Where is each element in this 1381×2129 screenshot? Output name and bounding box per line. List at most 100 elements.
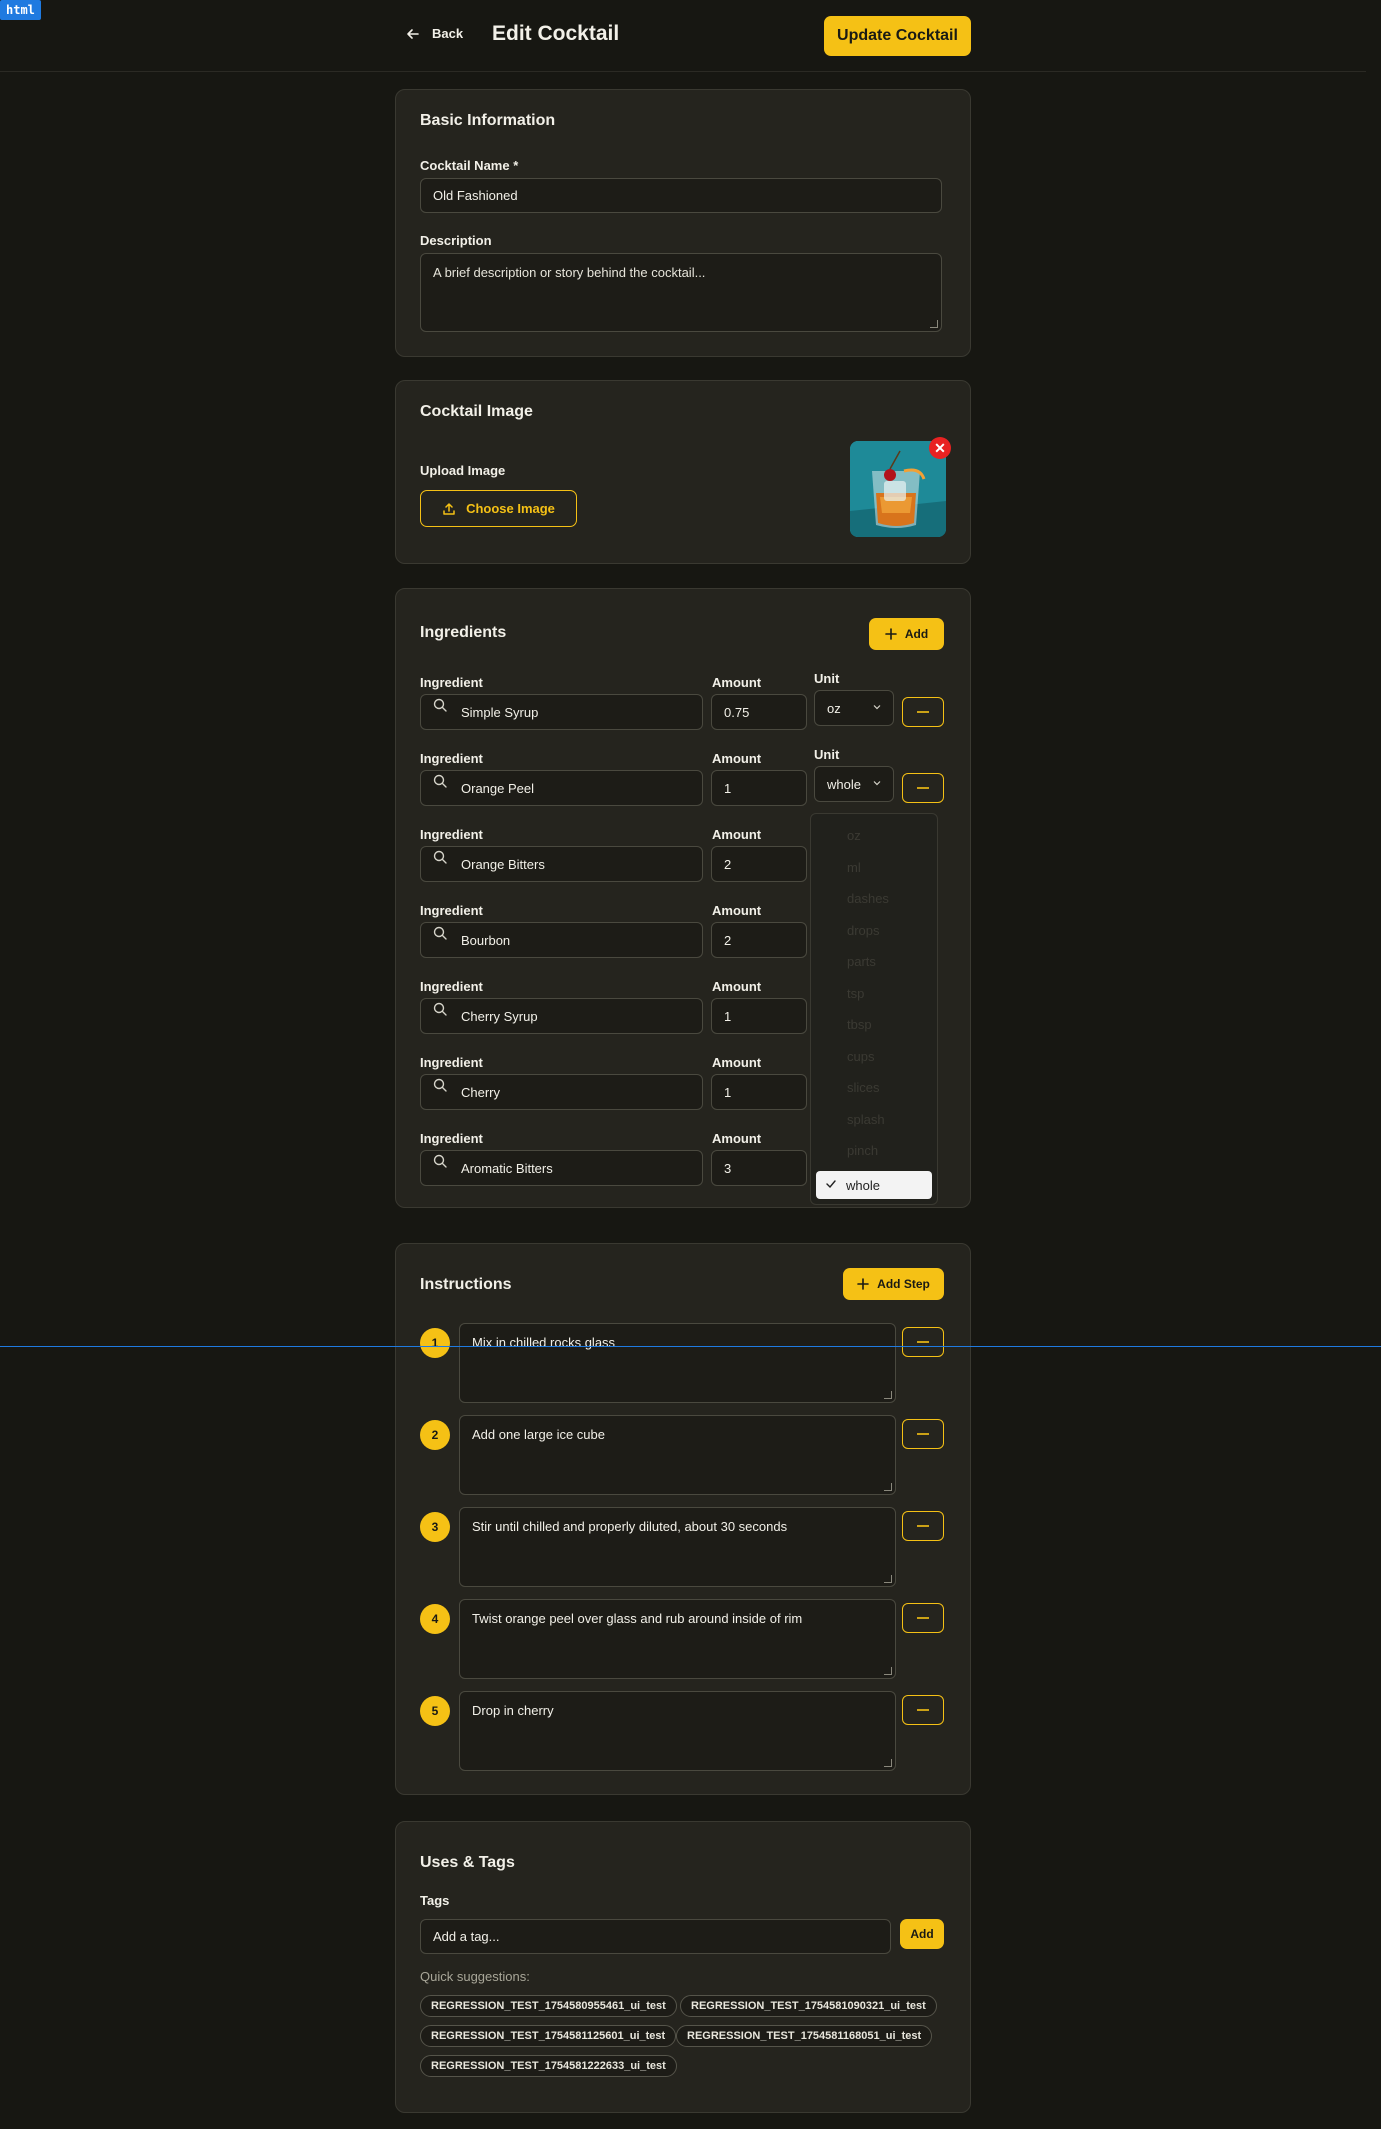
tag-input[interactable]: Add a tag... xyxy=(420,1919,891,1954)
search-icon xyxy=(433,850,447,864)
tag-suggestion-chip[interactable]: REGRESSION_TEST_1754581125601_ui_test xyxy=(420,2025,677,2047)
add-step-label: Add Step xyxy=(877,1277,930,1291)
choose-image-button[interactable]: Choose Image xyxy=(420,490,577,527)
basic-information-card: Basic Information Cocktail Name * Old Fa… xyxy=(395,89,971,357)
remove-step-button[interactable] xyxy=(902,1695,944,1725)
step-number: 2 xyxy=(420,1420,450,1450)
amount-input[interactable]: 1 xyxy=(711,770,807,806)
ingredient-search-input[interactable]: Cherry xyxy=(420,1074,703,1110)
amount-label: Amount xyxy=(712,979,762,994)
ingredient-label: Ingredient xyxy=(420,1131,483,1146)
unit-option[interactable]: tsp xyxy=(847,986,864,1001)
minus-icon xyxy=(917,787,929,789)
unit-label: Unit xyxy=(814,671,840,686)
upload-icon xyxy=(443,502,455,515)
amount-input[interactable]: 1 xyxy=(711,998,807,1034)
check-icon xyxy=(826,1180,836,1188)
add-tag-button[interactable]: Add xyxy=(900,1919,944,1949)
step-textarea[interactable]: Mix in chilled rocks glass xyxy=(459,1323,896,1403)
amount-label: Amount xyxy=(712,1055,762,1070)
minus-icon xyxy=(917,711,929,713)
ingredients-title: Ingredients xyxy=(420,624,507,641)
uses-tags-title: Uses & Tags xyxy=(420,1854,515,1871)
instructions-card: Instructions Add Step 1 Mix in chilled ro… xyxy=(395,1243,971,1795)
uses-tags-card: Uses & Tags Tags Add a tag... Add Quick … xyxy=(395,1821,971,2113)
remove-ingredient-button[interactable] xyxy=(902,773,944,803)
search-icon xyxy=(433,1002,447,1016)
unit-option[interactable]: cups xyxy=(847,1049,874,1064)
remove-step-button[interactable] xyxy=(902,1327,944,1357)
unit-option[interactable]: drops xyxy=(847,923,880,938)
unit-option[interactable]: parts xyxy=(847,954,876,969)
unit-option[interactable]: splash xyxy=(847,1112,885,1127)
tag-suggestion-chip[interactable]: REGRESSION_TEST_1754580955461_ui_test xyxy=(420,1995,677,2017)
add-ingredient-button[interactable]: Add xyxy=(869,618,944,650)
unit-option-selected[interactable]: whole xyxy=(816,1171,932,1199)
remove-image-button[interactable]: ✕ xyxy=(929,437,951,459)
tag-suggestion-chip[interactable]: REGRESSION_TEST_1754581168051_ui_test xyxy=(676,2025,933,2047)
guide-line xyxy=(0,1346,1381,1347)
step-textarea[interactable]: Stir until chilled and properly diluted,… xyxy=(459,1507,896,1587)
amount-label: Amount xyxy=(712,751,762,766)
ingredient-label: Ingredient xyxy=(420,903,483,918)
arrow-left-icon xyxy=(407,28,419,39)
tag-suggestion-chip[interactable]: REGRESSION_TEST_1754581090321_ui_test xyxy=(680,1995,937,2017)
remove-step-button[interactable] xyxy=(902,1603,944,1633)
unit-option[interactable]: dashes xyxy=(847,891,889,906)
ingredient-label: Ingredient xyxy=(420,827,483,842)
unit-value: whole xyxy=(827,776,861,792)
ingredient-label: Ingredient xyxy=(420,1055,483,1070)
ingredient-search-input[interactable]: Bourbon xyxy=(420,922,703,958)
ingredient-label: Ingredient xyxy=(420,675,483,690)
ingredient-search-input[interactable]: Aromatic Bitters xyxy=(420,1150,703,1186)
top-bar: Back Edit Cocktail Update Cocktail xyxy=(0,0,1366,72)
ingredient-search-input[interactable]: Simple Syrup xyxy=(420,694,703,730)
amount-input[interactable]: 2 xyxy=(711,922,807,958)
step-textarea[interactable]: Add one large ice cube xyxy=(459,1415,896,1495)
unit-option[interactable]: oz xyxy=(847,828,861,843)
unit-option[interactable]: slices xyxy=(847,1080,880,1095)
choose-image-label: Choose Image xyxy=(466,501,555,516)
add-ingredient-label: Add xyxy=(904,627,929,641)
plus-icon xyxy=(857,1278,869,1290)
minus-icon xyxy=(917,1341,929,1343)
upload-image-label: Upload Image xyxy=(420,463,506,478)
unit-select[interactable]: oz xyxy=(814,690,894,726)
back-button[interactable]: Back xyxy=(406,26,463,41)
minus-icon xyxy=(917,1617,929,1619)
amount-label: Amount xyxy=(712,903,762,918)
cocktail-image-title: Cocktail Image xyxy=(420,403,533,420)
minus-icon xyxy=(917,1525,929,1527)
step-number: 1 xyxy=(420,1328,450,1358)
unit-dropdown-menu: oz ml dashes drops parts tsp tbsp cups slices spl… xyxy=(810,813,938,1205)
cocktail-name-label: Cocktail Name * xyxy=(420,158,519,173)
amount-label: Amount xyxy=(712,675,762,690)
step-textarea[interactable]: Drop in cherry xyxy=(459,1691,896,1771)
search-icon xyxy=(433,1154,447,1168)
remove-ingredient-button[interactable] xyxy=(902,697,944,727)
quick-suggestions-label: Quick suggestions: xyxy=(420,1969,530,1984)
ingredient-search-input[interactable]: Cherry Syrup xyxy=(420,998,703,1034)
plus-icon xyxy=(885,628,897,640)
step-textarea[interactable]: Twist orange peel over glass and rub aro… xyxy=(459,1599,896,1679)
unit-option[interactable]: pinch xyxy=(847,1143,878,1158)
unit-option[interactable]: tbsp xyxy=(847,1017,872,1032)
update-cocktail-button[interactable]: Update Cocktail xyxy=(824,16,971,56)
description-textarea[interactable]: A brief description or story behind the … xyxy=(420,253,942,332)
tag-suggestion-chip[interactable]: REGRESSION_TEST_1754581222633_ui_test xyxy=(420,2055,677,2077)
amount-input[interactable]: 2 xyxy=(711,846,807,882)
cocktail-name-input[interactable]: Old Fashioned xyxy=(420,178,942,213)
search-icon xyxy=(433,698,447,712)
amount-input[interactable]: 1 xyxy=(711,1074,807,1110)
search-icon xyxy=(433,774,447,788)
ingredient-search-input[interactable]: Orange Peel xyxy=(420,770,703,806)
remove-step-button[interactable] xyxy=(902,1511,944,1541)
unit-option[interactable]: ml xyxy=(847,860,861,875)
amount-input[interactable]: 3 xyxy=(711,1150,807,1186)
amount-input[interactable]: 0.75 xyxy=(711,694,807,730)
add-step-button[interactable]: Add Step xyxy=(843,1268,944,1300)
unit-select[interactable]: whole xyxy=(814,766,894,802)
minus-icon xyxy=(917,1709,929,1711)
remove-step-button[interactable] xyxy=(902,1419,944,1449)
ingredient-search-input[interactable]: Orange Bitters xyxy=(420,846,703,882)
